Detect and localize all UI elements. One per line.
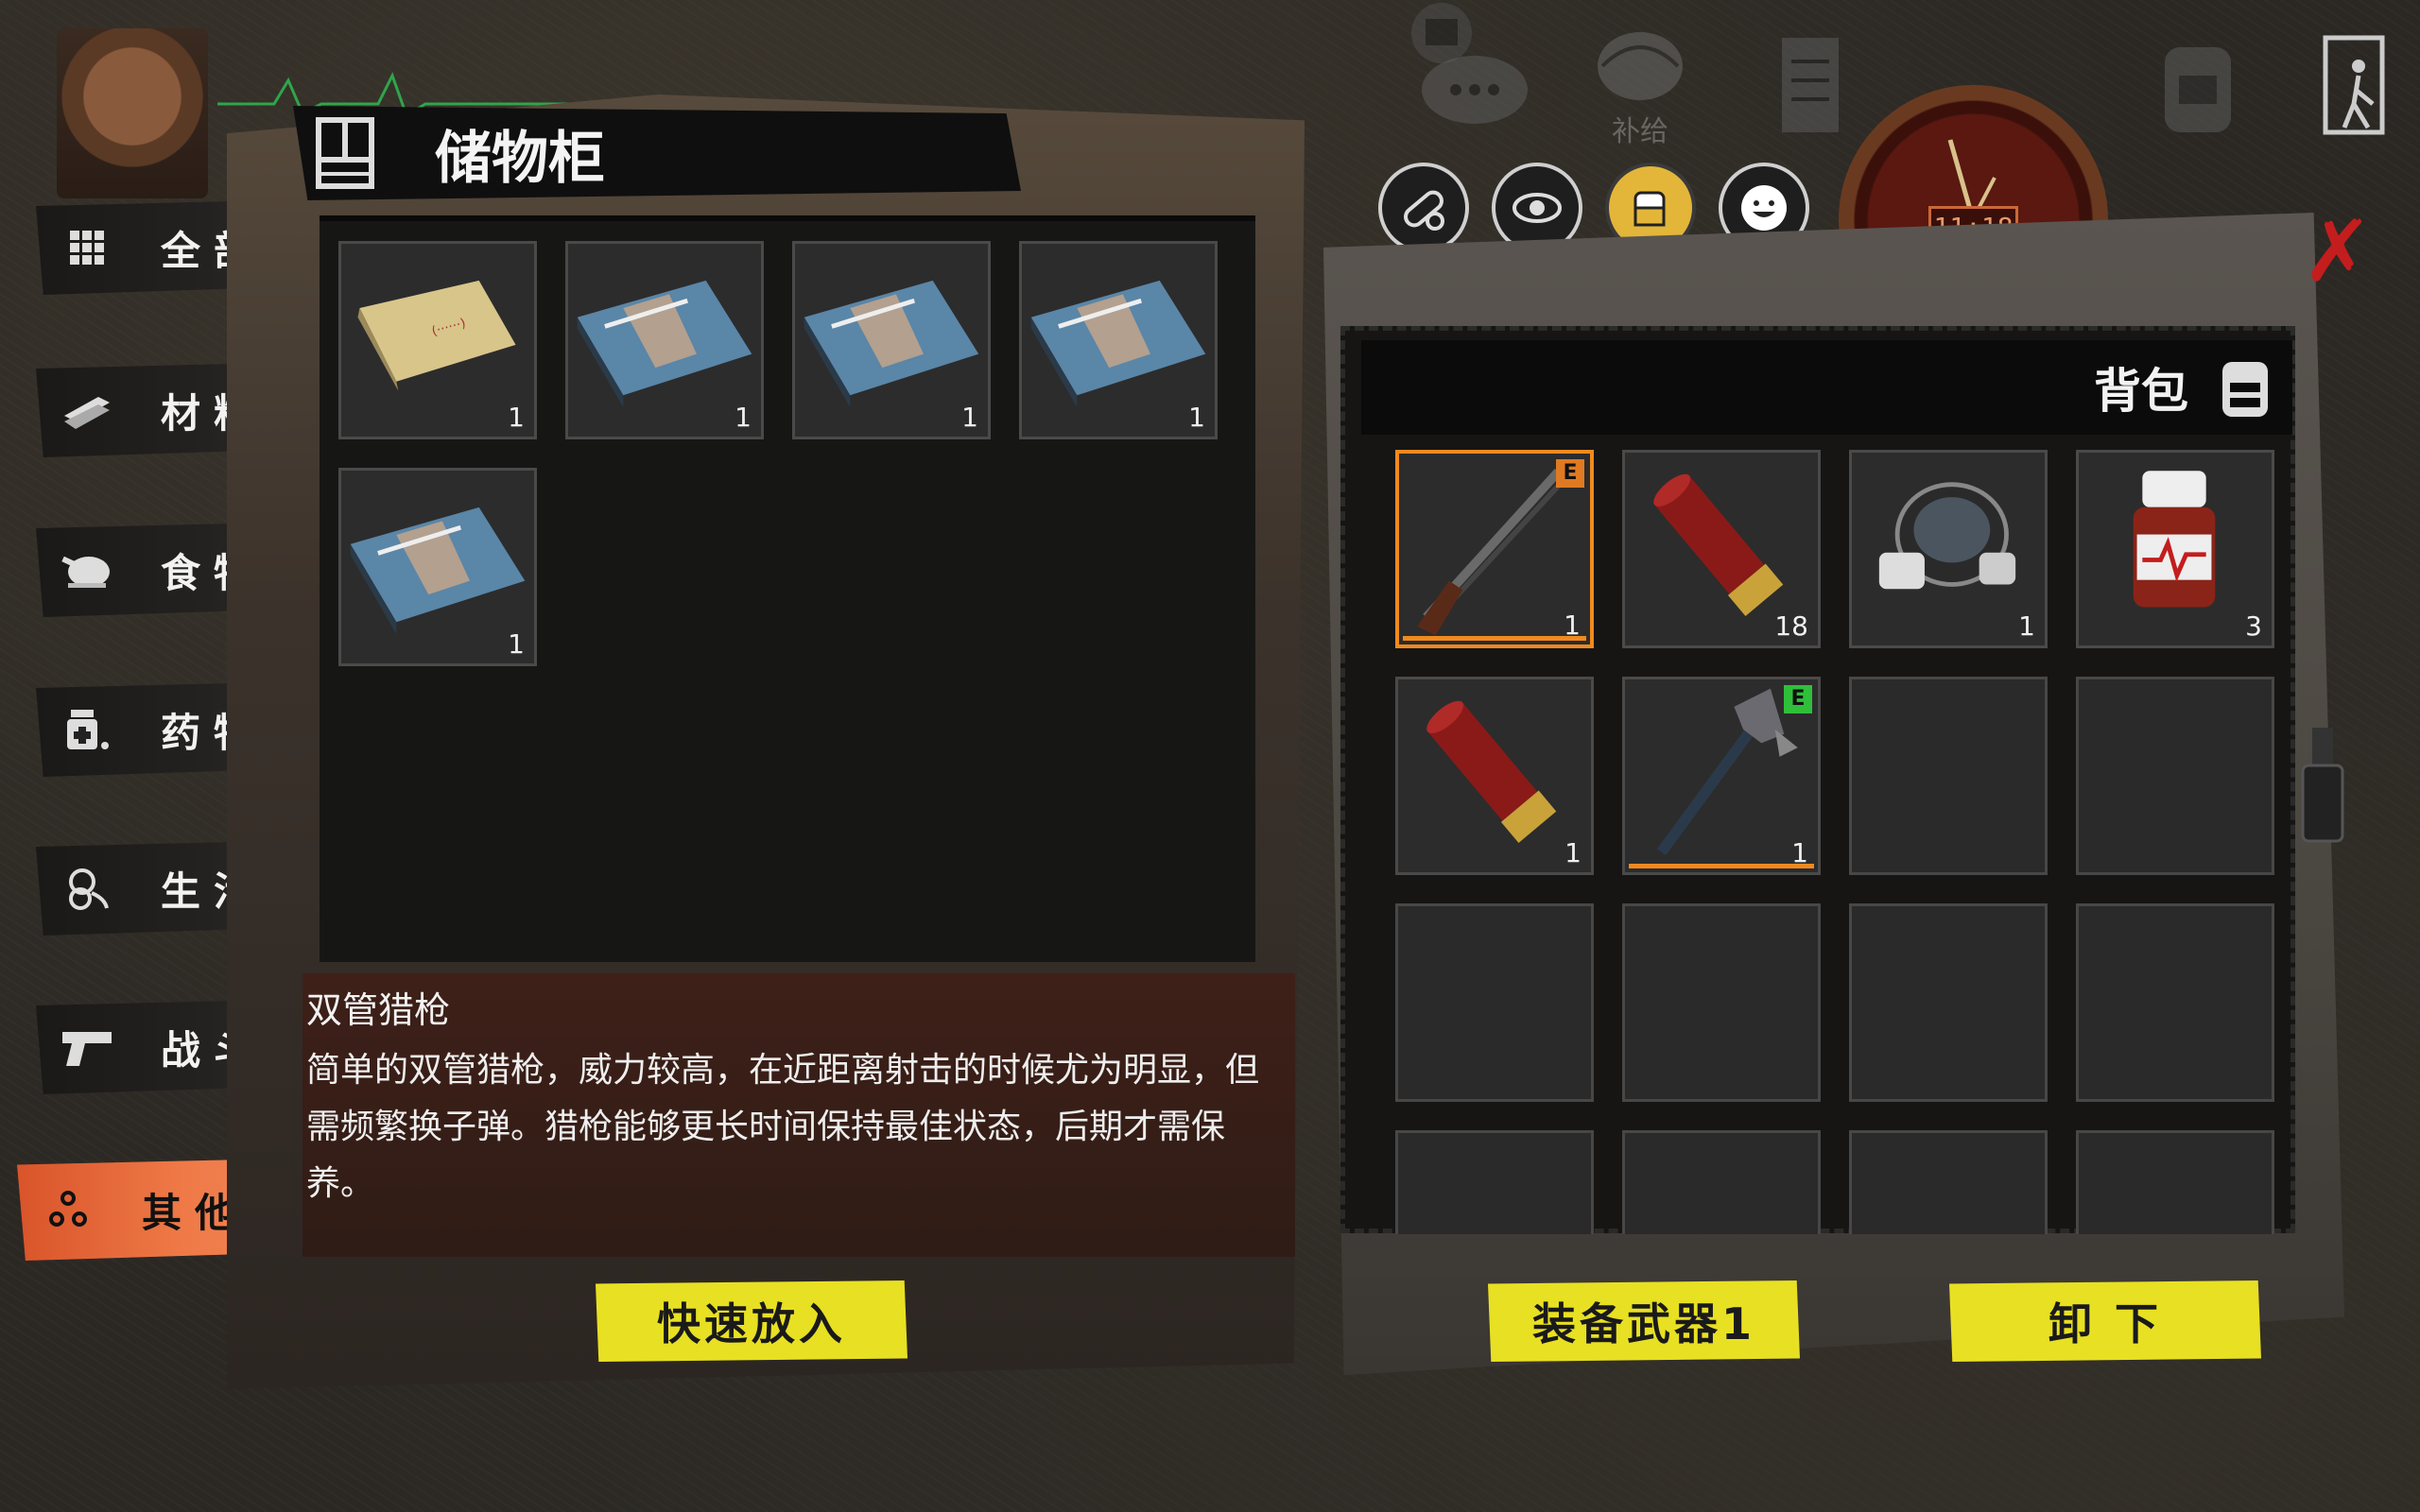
item-qty: 18	[1774, 610, 1808, 642]
item-qty: 1	[2018, 610, 2035, 642]
storage-slot[interactable]: 1	[565, 241, 764, 439]
storage-slot[interactable]: (······) 1	[338, 241, 537, 439]
item-qty: 1	[1564, 837, 1582, 868]
item-name: 双管猎枪	[306, 989, 451, 1031]
chat-icon[interactable]	[1418, 47, 1531, 132]
backpack-slot-empty[interactable]	[1622, 903, 1821, 1102]
item-qty: 1	[735, 402, 752, 433]
backpack-slot[interactable]: E 1	[1622, 677, 1821, 875]
storage-slot[interactable]: 1	[1019, 241, 1218, 439]
backpack-slot[interactable]: 1	[1849, 450, 2048, 648]
folder-icon: (······)	[357, 280, 516, 391]
medicine-icon	[59, 701, 115, 758]
backpack-slot-empty[interactable]	[1395, 903, 1594, 1102]
unload-button[interactable]: 卸 下	[1949, 1280, 2261, 1362]
shotgun-shell-icon	[1426, 700, 1557, 843]
item-description: 双管猎枪 简单的双管猎枪，威力较高，在近距离射击的时候尤为明显，但需频繁换子弹。…	[302, 973, 1295, 1257]
close-icon[interactable]: ✗	[2302, 210, 2377, 295]
pistol-icon	[59, 1019, 115, 1075]
planks-icon	[59, 382, 115, 438]
backpack-slot-empty[interactable]	[2076, 677, 2274, 875]
backpack-header: 背包	[1361, 340, 2292, 435]
durability-bar	[1403, 636, 1586, 641]
magazine-icon	[577, 280, 752, 407]
backpack-icon	[2222, 362, 2268, 417]
storage-title: 储物柜	[435, 125, 605, 192]
backpack-hud-icon[interactable]	[2155, 28, 2240, 142]
first-aid-bottle-icon	[2133, 471, 2216, 608]
rope-icon	[59, 860, 115, 917]
chicken-icon	[59, 541, 115, 598]
backpack-slot-empty[interactable]	[2076, 1130, 2274, 1234]
item-qty: 1	[508, 628, 525, 660]
storage-slot[interactable]: 1	[792, 241, 991, 439]
supply-label: 补给	[1612, 115, 1668, 148]
backpack-slot[interactable]: 18	[1622, 450, 1821, 648]
cabinet-icon	[316, 117, 374, 189]
backpack-slot-empty[interactable]	[1622, 1130, 1821, 1234]
dots-icon	[40, 1181, 96, 1238]
magazine-icon	[804, 280, 979, 407]
magazine-icon	[350, 507, 526, 634]
item-qty: 1	[961, 402, 978, 433]
backpack-slot-empty[interactable]	[1849, 1130, 2048, 1234]
backpack-slot-empty[interactable]	[1395, 1130, 1594, 1234]
character-portrait[interactable]	[57, 28, 208, 198]
equip-weapon-button[interactable]: 装备武器1	[1488, 1280, 1800, 1362]
item-qty: 1	[508, 402, 525, 433]
equipped-badge: E	[1556, 459, 1584, 488]
zipper-icon	[2301, 728, 2344, 843]
backpack-slot[interactable]: E 1	[1395, 450, 1594, 648]
supply-icon[interactable]: 补给	[1588, 19, 1692, 161]
pill-icon[interactable]	[1378, 163, 1469, 253]
backpack-title: 背包	[2094, 364, 2188, 419]
item-desc-text: 简单的双管猎枪，威力较高，在近距离射击的时候尤为明显，但需频繁换子弹。猎枪能够更…	[306, 1051, 1260, 1203]
backpack-slot[interactable]: 1	[1395, 677, 1594, 875]
exit-door-icon[interactable]	[2316, 28, 2401, 142]
backpack-slot[interactable]: 3	[2076, 450, 2274, 648]
storage-header: 储物柜	[293, 106, 1021, 200]
gas-mask-icon	[1878, 482, 2016, 590]
backpack-slot-empty[interactable]	[1849, 903, 2048, 1102]
durability-bar	[1629, 864, 1814, 868]
equipped-badge: E	[1784, 685, 1812, 713]
magazine-icon	[1030, 280, 1206, 407]
grid-icon	[59, 219, 115, 276]
storage-slot[interactable]: 1	[338, 468, 537, 666]
backpack-slot-empty[interactable]	[1849, 677, 2048, 875]
quick-put-button[interactable]: 快速放入	[596, 1280, 908, 1362]
item-qty: 1	[1188, 402, 1205, 433]
backpack-slot-empty[interactable]	[2076, 903, 2274, 1102]
item-qty: 3	[2245, 610, 2262, 642]
